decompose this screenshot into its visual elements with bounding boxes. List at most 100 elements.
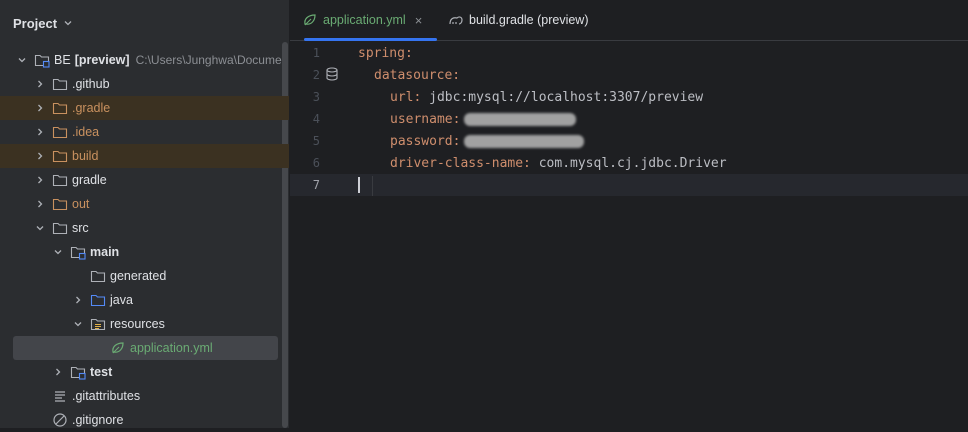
project-view-selector[interactable]: Project: [13, 14, 73, 32]
ignore-file-icon: [52, 412, 68, 428]
current-line-highlight: [290, 174, 968, 196]
code-line[interactable]: datasource:: [374, 65, 460, 87]
tree-item-label: out: [72, 197, 90, 211]
tree-item-main[interactable]: main: [0, 240, 289, 264]
code-line[interactable]: password:: [390, 131, 585, 153]
tree-item-label: .gitignore: [72, 413, 124, 427]
folder-icon: [90, 268, 106, 284]
tree-item-src[interactable]: src: [0, 216, 289, 240]
spring-config-icon: [302, 12, 318, 28]
chevron-right-icon[interactable]: [32, 172, 48, 188]
tree-item-label: build: [72, 149, 99, 163]
tree-item-build[interactable]: build: [0, 144, 289, 168]
line-number-current: 7: [312, 178, 320, 192]
tree-item-resources[interactable]: resources: [0, 312, 289, 336]
yaml-key: password:: [390, 134, 461, 149]
tree-item-generated[interactable]: generated: [0, 264, 289, 288]
yaml-key: username:: [390, 112, 461, 127]
tree-item-test[interactable]: test: [0, 360, 289, 384]
chevron-down-icon[interactable]: [50, 244, 66, 260]
excluded-folder-icon: [52, 148, 68, 164]
editor-area[interactable]: application.yml × build.gradle (preview)…: [290, 0, 968, 428]
module-folder-icon: [34, 52, 50, 68]
tree-item-gradle-cache[interactable]: .gradle: [0, 96, 289, 120]
tab-build-gradle[interactable]: build.gradle (preview): [448, 0, 608, 40]
yaml-value: jdbc:mysql://localhost:3307/preview: [421, 90, 704, 105]
tree-item-label: .gitattributes: [72, 389, 141, 403]
tree-item-gradle[interactable]: gradle: [0, 168, 289, 192]
chevron-right-icon[interactable]: [32, 76, 48, 92]
tree-item-label: main: [90, 245, 120, 259]
resources-folder-icon: [90, 316, 106, 332]
line-number: 3: [312, 90, 320, 104]
tree-item-label: .gradle: [72, 101, 111, 115]
tree-item-github[interactable]: .github: [0, 72, 289, 96]
folder-icon: [52, 220, 68, 236]
module-folder-icon: [70, 244, 86, 260]
text-caret: [358, 177, 360, 193]
tree-item-label: generated: [110, 269, 167, 283]
chevron-right-icon[interactable]: [32, 148, 48, 164]
tree-item-out[interactable]: out: [0, 192, 289, 216]
chevron-right-icon[interactable]: [32, 196, 48, 212]
module-folder-icon: [70, 364, 86, 380]
tree-item-project-name: [preview]: [74, 53, 130, 67]
gradle-icon: [448, 12, 464, 28]
yaml-value: com.mysql.cj.jdbc.Driver: [530, 156, 727, 171]
close-icon[interactable]: ×: [415, 13, 423, 28]
line-number: 2: [312, 68, 320, 82]
line-number: 6: [312, 156, 320, 170]
tree-item-path: C:\Users\Junghwa\Docume: [135, 53, 282, 67]
chevron-down-icon[interactable]: [14, 52, 30, 68]
tree-item-label: .github: [72, 77, 110, 91]
chevron-right-icon[interactable]: [32, 124, 48, 140]
tab-application-yml[interactable]: application.yml ×: [302, 0, 437, 41]
database-icon[interactable]: [325, 67, 339, 81]
tree-item-application-yml[interactable]: application.yml: [13, 336, 278, 360]
chevron-right-icon[interactable]: [50, 364, 66, 380]
tree-item-label: resources: [110, 317, 165, 331]
indent-guide: [372, 176, 373, 196]
code-line[interactable]: username:: [390, 109, 577, 131]
line-number: 4: [312, 112, 320, 126]
tab-label: application.yml: [323, 13, 406, 27]
yaml-key: datasource:: [374, 68, 461, 83]
line-number: 5: [312, 134, 320, 148]
line-number: 1: [312, 46, 320, 60]
folder-icon: [52, 172, 68, 188]
tree-item-label: java: [110, 293, 133, 307]
source-folder-icon: [90, 292, 106, 308]
spring-config-icon: [110, 340, 126, 356]
tree-item-idea[interactable]: .idea: [0, 120, 289, 144]
chevron-right-icon[interactable]: [70, 292, 86, 308]
code-line[interactable]: url: jdbc:mysql://localhost:3307/preview: [390, 87, 703, 109]
tree-item-label: gradle: [72, 173, 107, 187]
text-file-icon: [52, 388, 68, 404]
yaml-key: url:: [390, 90, 422, 105]
excluded-folder-icon: [52, 124, 68, 140]
tree-item-gitignore[interactable]: .gitignore: [0, 408, 289, 432]
redacted-value: [464, 113, 577, 126]
excluded-folder-icon: [52, 100, 68, 116]
yaml-key: driver-class-name:: [390, 156, 531, 171]
tree-item-label: src: [72, 221, 89, 235]
code-line[interactable]: driver-class-name: com.mysql.cj.jdbc.Dri…: [390, 153, 727, 175]
tree-item-label: .idea: [72, 125, 100, 139]
tree-item-be-root[interactable]: BE [preview] C:\Users\Junghwa\Docume: [0, 48, 289, 72]
chevron-down-icon[interactable]: [32, 220, 48, 236]
editor-tab-bar: application.yml × build.gradle (preview): [290, 0, 968, 41]
tree-item-gitattributes[interactable]: .gitattributes: [0, 384, 289, 408]
tree-item-label: application.yml: [130, 341, 213, 355]
redacted-value: [464, 135, 585, 148]
chevron-down-icon[interactable]: [70, 316, 86, 332]
excluded-folder-icon: [52, 196, 68, 212]
project-title: Project: [13, 15, 58, 31]
tab-label: build.gradle (preview): [469, 13, 589, 27]
tree-item-label: test: [90, 365, 113, 379]
tree-item-java[interactable]: java: [0, 288, 289, 312]
code-line[interactable]: spring:: [358, 43, 413, 65]
folder-icon: [52, 76, 68, 92]
chevron-right-icon[interactable]: [32, 100, 48, 116]
chevron-down-icon: [64, 21, 72, 26]
tree-item-label: BE: [54, 53, 71, 67]
